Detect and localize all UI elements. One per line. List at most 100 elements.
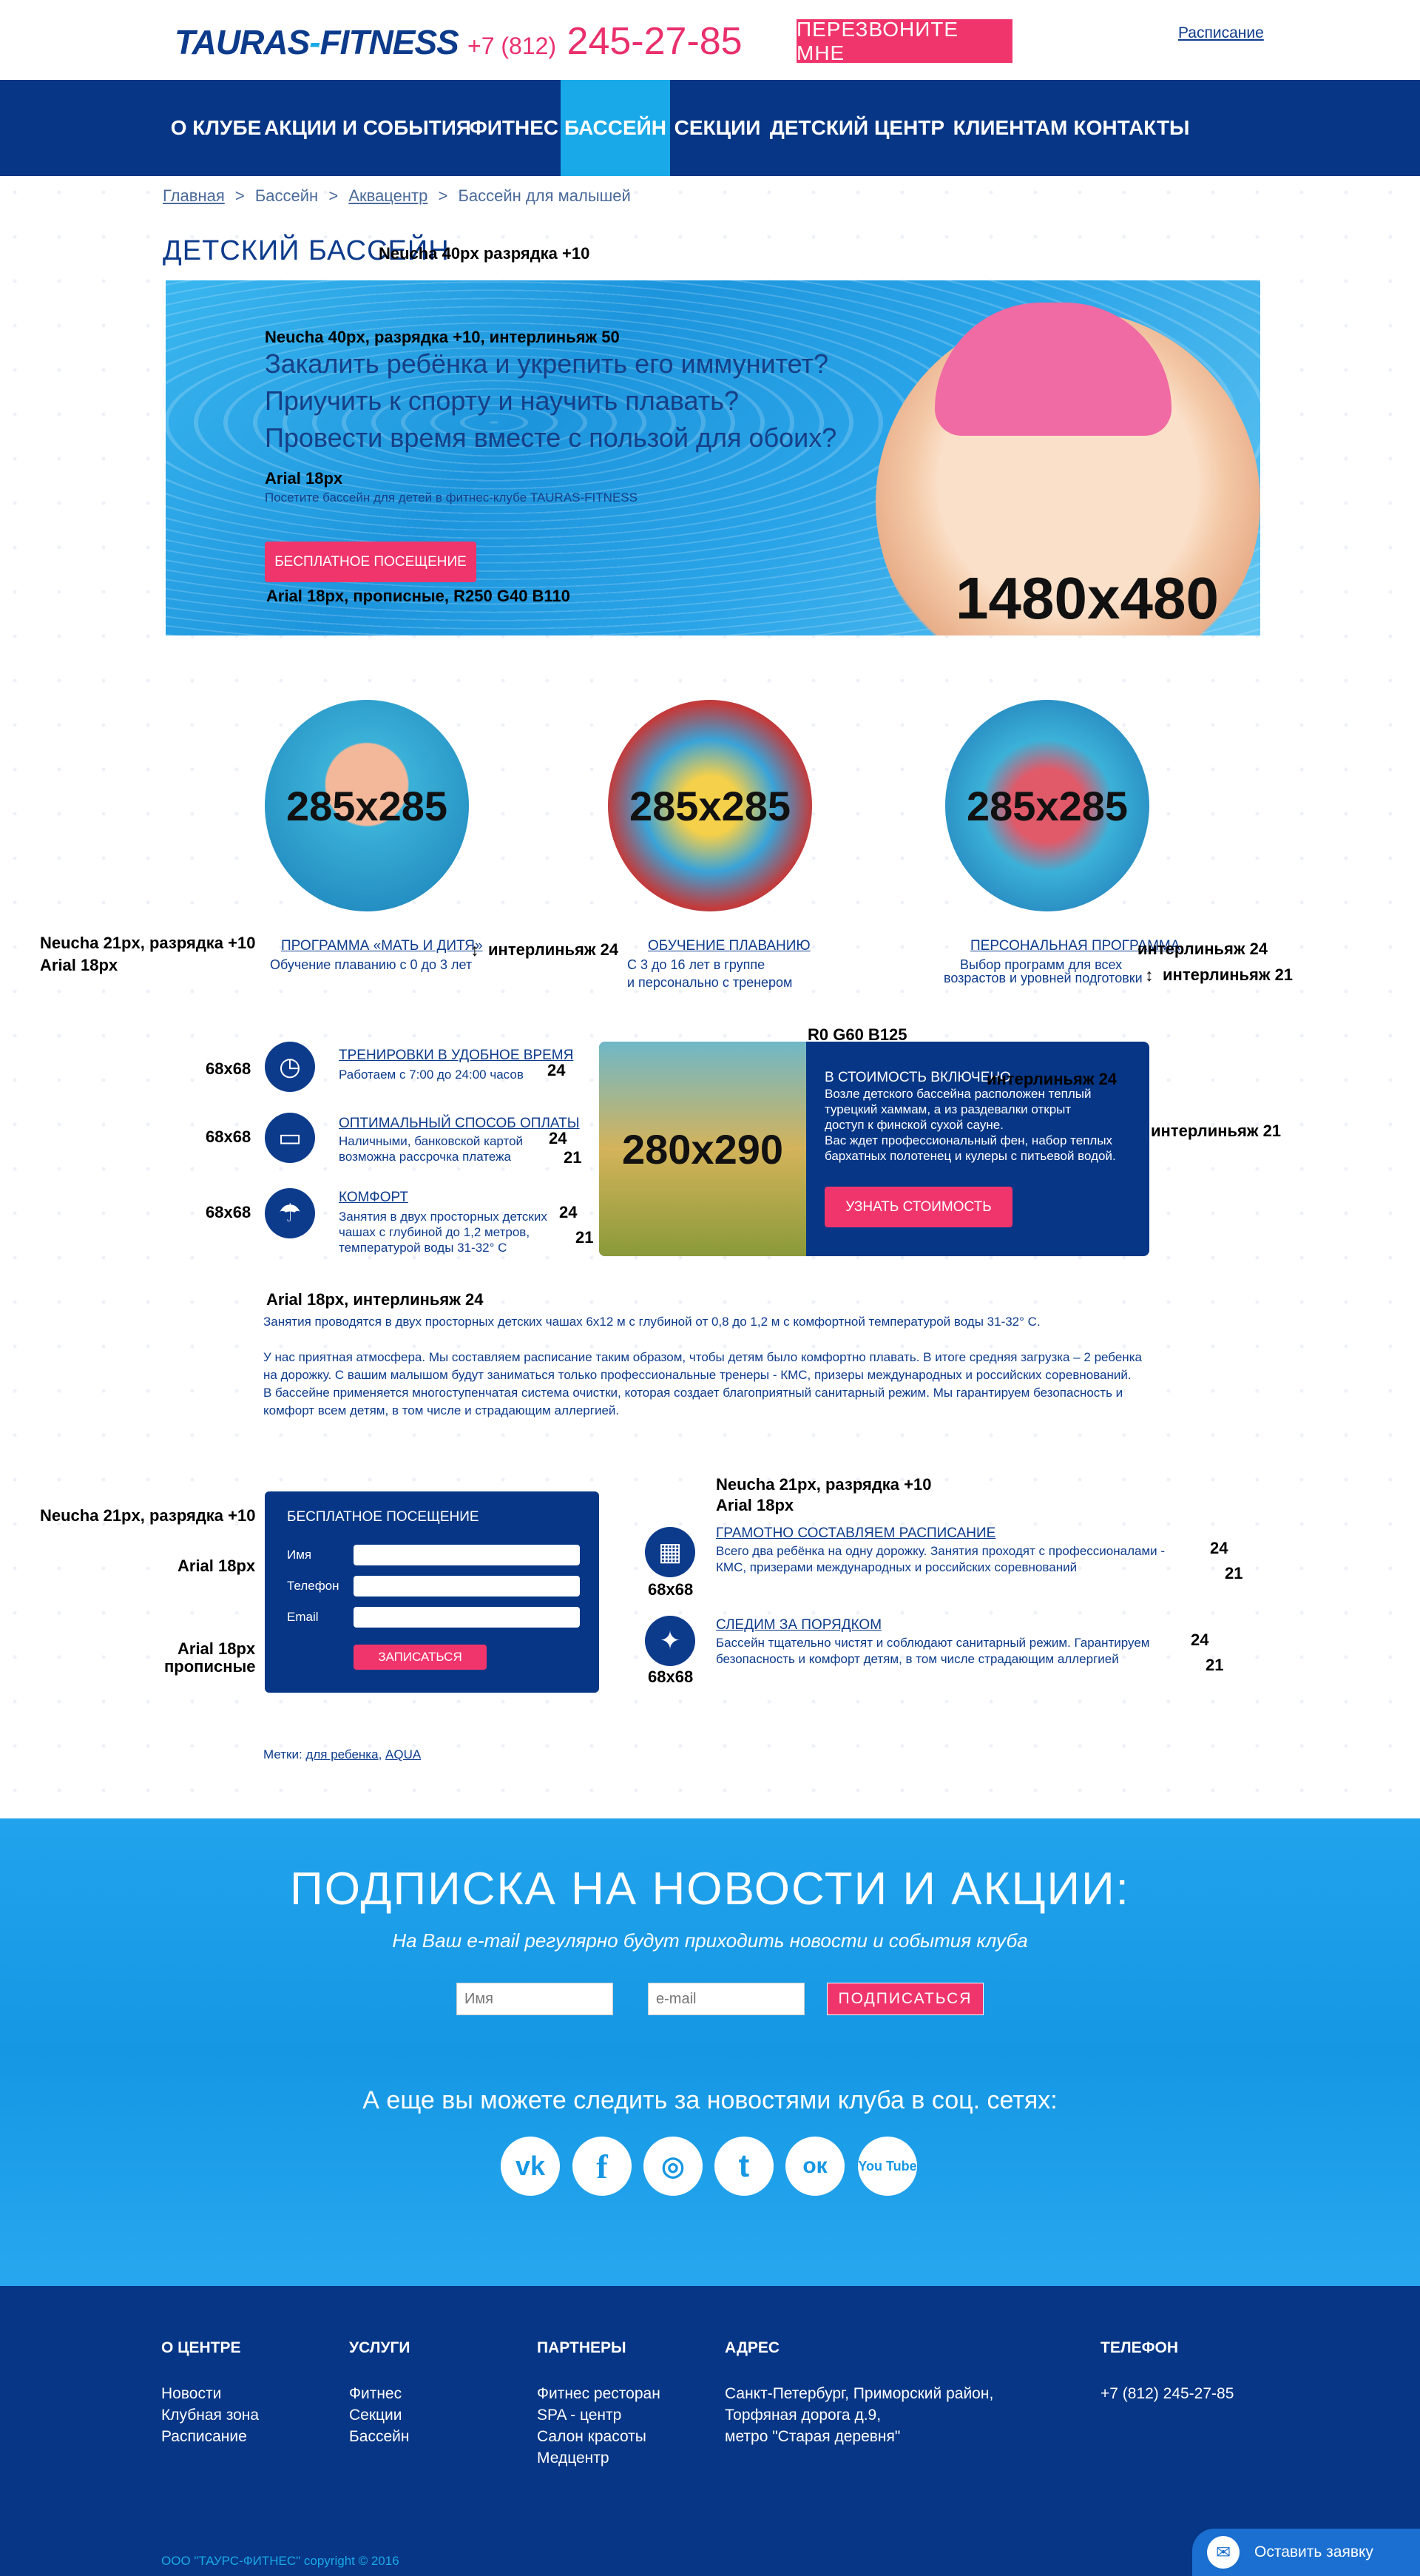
annotation-spacing: 21 [1225,1564,1243,1582]
instagram-icon[interactable]: ◎ [643,2137,703,2196]
nav-item-kids-center[interactable]: ДЕТСКИЙ ЦЕНТР [765,80,950,176]
subscribe-name-input[interactable] [456,1983,613,2015]
annotation-body-font: Arial 18px, интерлиньяж 24 [266,1290,484,1309]
odnoklassniki-icon[interactable]: ок [785,2137,845,2196]
paragraph: У нас приятная атмосфера. Мы составляем … [263,1350,1142,1382]
email-field[interactable] [354,1607,580,1628]
copyright: ООО "ТАУРС-ФИТНЕС" copyright © 2016 [161,2554,399,2568]
annotation-spacing: 24 [549,1129,567,1147]
annotation-interline: интерлиньяж 24 [488,940,619,959]
annotation-spacing: 24 [547,1061,566,1079]
advantage-text: Всего два ребёнка на одну дорожку. Занят… [716,1544,1166,1558]
advantage-text: Бассейн тщательно чистят и соблюдают сан… [716,1636,1150,1650]
footer-link[interactable]: Бассейн [349,2428,409,2446]
name-field[interactable] [354,1545,580,1565]
logo-text-fitness: FITNESS [320,23,459,61]
price-button[interactable]: УЗНАТЬ СТОИМОСТЬ [825,1187,1012,1227]
annotation-form-font-3: Arial 18px [178,1639,256,1658]
paragraph: В бассейне применяется многоступенчатая … [263,1386,1123,1417]
free-visit-form: БЕСПЛАТНОЕ ПОСЕЩЕНИЕ Имя Телефон Email З… [265,1491,599,1693]
footer-link[interactable]: Медцентр [537,2449,609,2467]
signup-button[interactable]: ЗАПИСАТЬСЯ [354,1645,487,1670]
footer-link[interactable]: SPA - центр [537,2407,621,2424]
twitter-icon[interactable]: t [714,2137,774,2196]
description-text: Занятия проводятся в двух просторных дет… [263,1313,1151,1437]
annotation-spacing: 21 [1206,1656,1224,1674]
tags-separator: , [378,1747,382,1761]
annotation-icon-size: 68x68 [648,1580,694,1599]
nav-item-fitness[interactable]: ФИТНЕС [467,80,561,176]
program-photo-swim-lessons[interactable]: 285x285 [608,700,812,911]
breadcrumb-current: Бассейн для малышей [458,186,631,205]
main-nav: О КЛУБЕ АКЦИИ И СОБЫТИЯ ФИТНЕС БАССЕЙН С… [0,80,1420,176]
dimension-label: 285x285 [629,782,791,829]
advantage-title: СЛЕДИМ ЗА ПОРЯДКОМ [716,1617,882,1633]
leave-request-button[interactable]: ✉ Оставить заявку [1192,2529,1420,2576]
schedule-link[interactable]: Расписание [1178,24,1264,42]
footer-link[interactable]: Клубная зона [161,2407,259,2424]
annotation-form-font-2: Arial 18px [178,1557,256,1575]
subscribe-email-input[interactable] [648,1983,805,2015]
footer-heading: УСЛУГИ [349,2339,410,2356]
feature-text: Наличными, банковской картой [339,1134,524,1148]
annotation-interline: ↕ [470,940,479,960]
logo[interactable]: TAURAS-FITNESS [175,22,459,62]
subscribe-button[interactable]: ПОДПИСАТЬСЯ [827,1983,984,2015]
footer-heading: О ЦЕНТРЕ [161,2339,241,2356]
nav-item-contacts[interactable]: КОНТАКТЫ [1071,80,1192,176]
breadcrumb-separator: > [328,186,339,205]
feature-title: ОПТИМАЛЬНЫЙ СПОСОБ ОПЛАТЫ [339,1116,580,1131]
footer-heading: ПАРТНЕРЫ [537,2339,626,2356]
footer-phone[interactable]: +7 (812) 245-27-85 [1100,2385,1234,2403]
footer-link[interactable]: Секции [349,2407,402,2424]
footer-heading: АДРЕС [725,2339,780,2356]
program-photo-personal[interactable]: 285x285 [945,700,1149,911]
annotation-circ-font-2: Arial 18px [40,956,118,974]
phone-field[interactable] [354,1576,580,1596]
facebook-icon[interactable]: f [572,2137,632,2196]
mail-icon: ✉ [1207,2536,1240,2569]
program-title[interactable]: ОБУЧЕНИЕ ПЛАВАНИЮ [648,938,811,954]
footer-link[interactable]: Расписание [161,2428,247,2446]
nav-item-clients[interactable]: КЛИЕНТАМ [950,80,1071,176]
hero-line-3: Провести время вместе с пользой для обои… [265,422,837,453]
social-title: А еще вы можете следить за новостями клу… [362,2086,1058,2114]
annotation-spacing: 24 [1191,1631,1209,1649]
youtube-icon[interactable]: You Tube [858,2137,917,2196]
tags: Метки: для ребенка, AQUA [263,1747,421,1762]
hero-line-2: Приучить к спорту и научить плавать? [265,385,739,416]
program-photo-mother-child[interactable]: 285x285 [265,700,469,911]
feature-text: температурой воды 31-32° С [339,1241,507,1255]
footer-link[interactable]: Салон красоты [537,2428,646,2446]
breadcrumb-pool[interactable]: Бассейн [255,186,318,205]
annotation-spacing: 21 [575,1228,594,1247]
hero-dimension-label: 1480x480 [956,565,1219,631]
breadcrumb-separator: > [234,186,245,205]
feature-text: Занятия в двух просторных детских [339,1210,547,1224]
subscribe-subtitle: На Ваш e-mail регулярно будут приходить … [392,1929,1028,1952]
header-phone[interactable]: +7 (812) 245-27-85 [467,19,743,64]
footer-link[interactable]: Новости [161,2385,221,2403]
advantage-text: КМС, призерами международных и российски… [716,1560,1078,1574]
breadcrumb-home[interactable]: Главная [163,186,225,205]
breadcrumb-aquacenter[interactable]: Аквацентр [348,186,427,205]
advantage-title: ГРАМОТНО СОСТАВЛЯЕМ РАСПИСАНИЕ [716,1525,996,1541]
nav-item-sections[interactable]: СЕКЦИИ [670,80,765,176]
dimension-label: 285x285 [966,782,1128,829]
footer-link[interactable]: Фитнес ресторан [537,2385,660,2403]
annotation-hero-font: Neucha 40px, разрядка +10, интерлиньяж 5… [265,328,620,346]
program-title[interactable]: ПРОГРАММА «МАТЬ И ДИТЯ» [281,938,483,954]
free-visit-button[interactable]: БЕСПЛАТНОЕ ПОСЕЩЕНИЕ [265,542,476,582]
tag-link-aqua[interactable]: AQUA [385,1747,421,1761]
annotation-right-font-2: Arial 18px [716,1496,794,1514]
nav-item-about[interactable]: О КЛУБЕ [164,80,268,176]
feature-title: КОМФОРТ [339,1190,408,1205]
program-text: Обучение плаванию с 0 до 3 лет [270,957,473,972]
callback-button[interactable]: ПЕРЕЗВОНИТЕ МНЕ [797,18,1012,64]
vk-icon[interactable]: vk [501,2137,560,2196]
tag-link-kids[interactable]: для ребенка [305,1747,378,1761]
nav-item-pool[interactable]: БАССЕЙН [561,80,670,176]
hero-subtitle: Посетите бассейн для детей в фитнес-клуб… [265,490,638,505]
footer-link[interactable]: Фитнес [349,2385,402,2403]
nav-item-promos[interactable]: АКЦИИ И СОБЫТИЯ [264,80,471,176]
